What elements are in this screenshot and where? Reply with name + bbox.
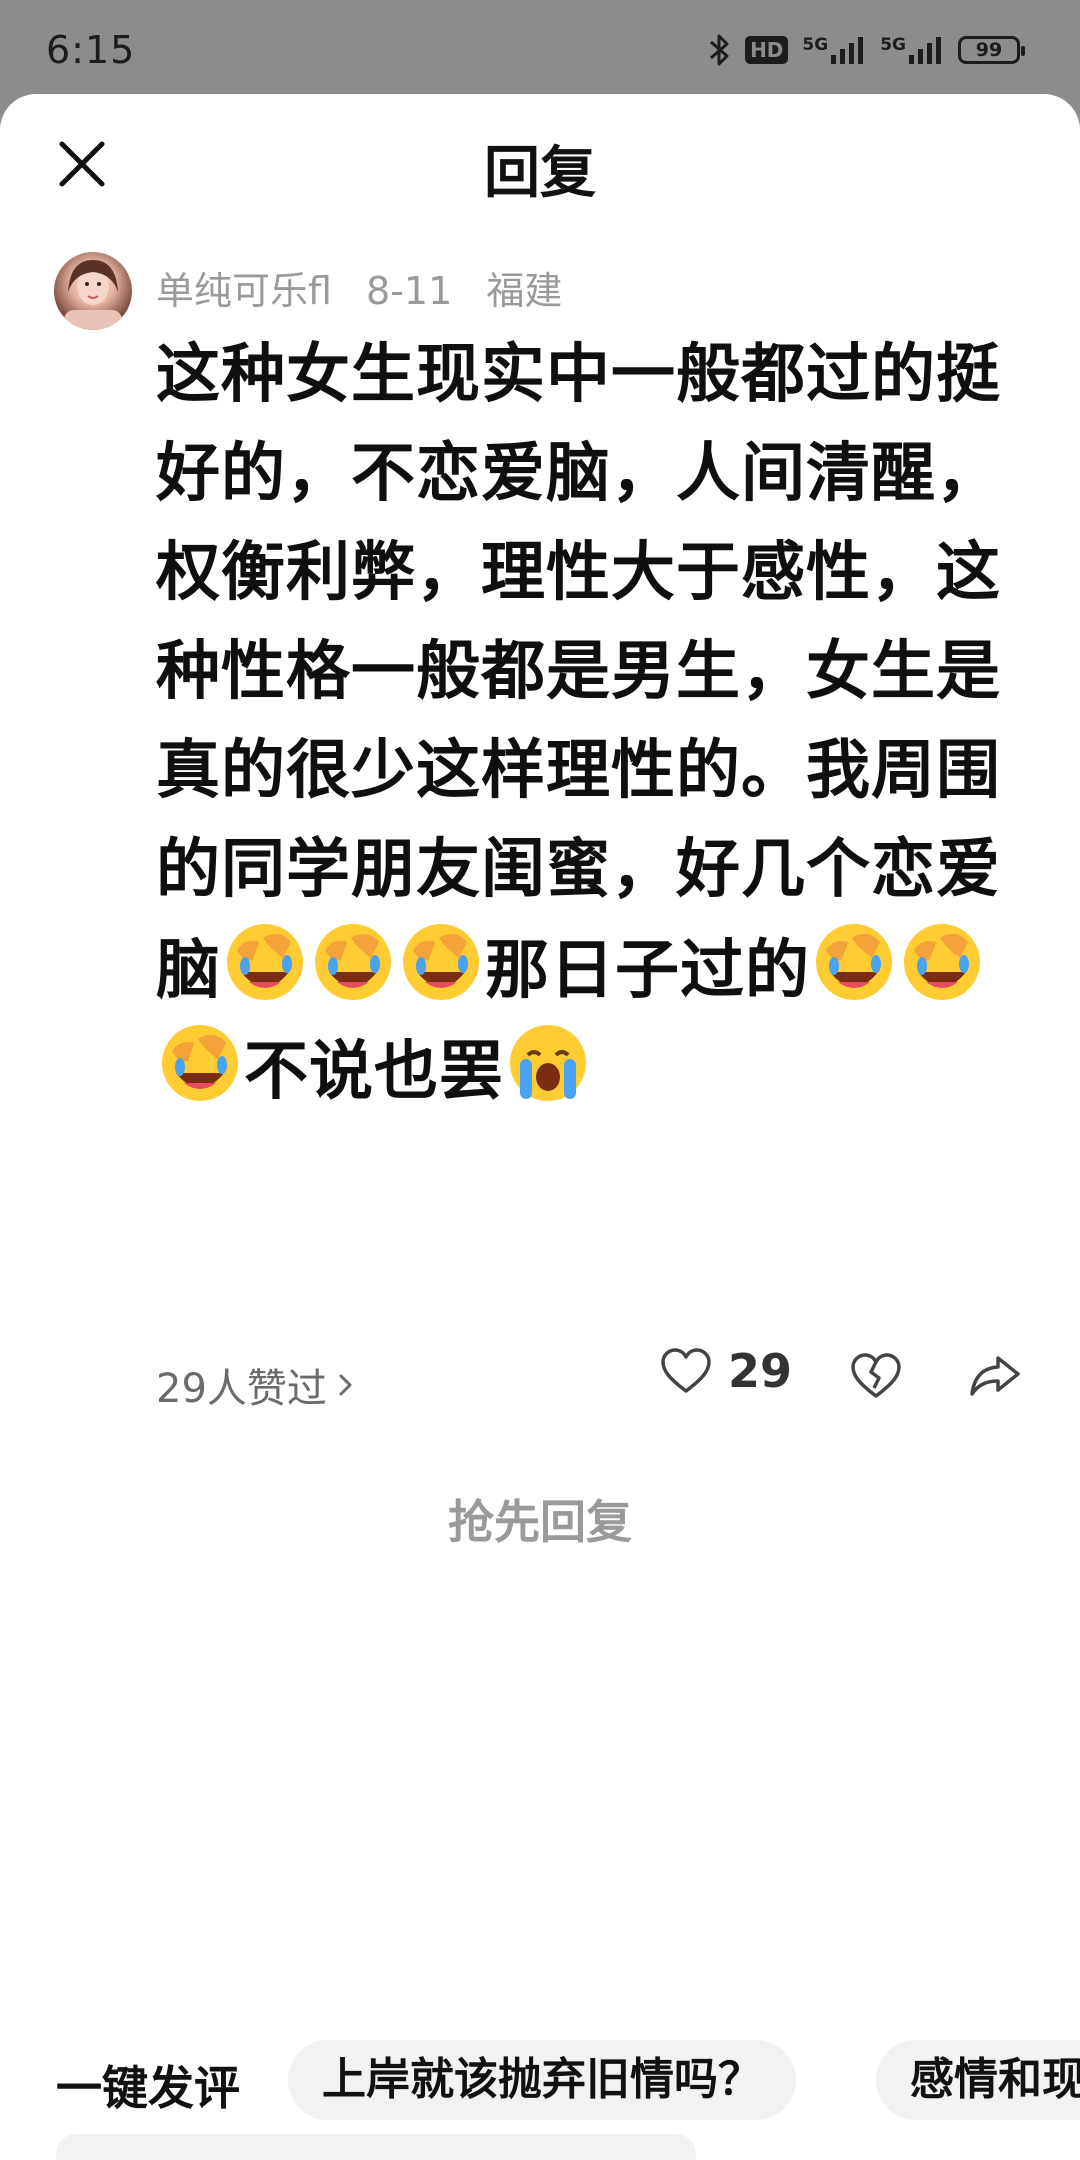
quick-comment-label: 一键发评 [56,2061,240,2115]
facepalm-laugh-emoji [403,924,479,1000]
comment-text-segment: 不说也罢 [244,1035,504,1109]
like-count: 29 [728,1344,793,1398]
comment-text-segment: 这种女生现实中一般都过的挺好的，不恋爱脑，人间清醒，权衡利弊，理性大于感性，这种… [156,338,1001,1008]
quick-comment-chip[interactable]: 上岸就该抛弃旧情吗？ [288,2040,796,2120]
status-bar: 6:15 HD 5G 5G 99 [0,0,1080,92]
likers-link[interactable]: 29人赞过 [156,1356,355,1414]
signal-icon: 5G [802,35,866,65]
network-type-label: 5G [880,35,906,55]
broken-heart-icon [851,1353,901,1398]
close-button[interactable] [52,134,112,194]
quick-comment-bar: 一键发评 上岸就该抛弃旧情吗？ 感情和现 [0,2040,1080,2124]
reply-sheet: 回复 单纯可乐fl 8-11 福建 这种女生现实中一般都过的挺好的，不恋爱脑，人… [0,94,1080,2160]
avatar[interactable] [54,252,132,330]
comment-input[interactable] [56,2134,696,2160]
comment-meta: 单纯可乐fl 8-11 福建 [156,260,584,315]
quick-comment-chip[interactable]: 感情和现 [876,2040,1080,2120]
like-button[interactable]: 29 [660,1344,792,1398]
battery-icon: 99 [958,36,1025,64]
facepalm-laugh-emoji [904,924,980,1000]
comment-location: 福建 [486,269,563,313]
network-type-label: 5G [802,35,829,55]
status-icons: HD 5G 5G 99 [709,30,1025,70]
comment-text-segment: 那日子过的 [485,934,810,1008]
chevron-right-icon [339,1374,352,1396]
close-icon [59,141,105,187]
first-reply-prompt[interactable]: 抢先回复 [0,1486,1080,1552]
heart-icon [661,1348,711,1393]
facepalm-laugh-emoji [227,924,303,1000]
dislike-button[interactable] [850,1352,902,1404]
facepalm-laugh-emoji [162,1025,238,1101]
share-icon [970,1356,1020,1396]
facepalm-laugh-emoji [315,924,391,1000]
avatar-image [64,260,122,330]
share-button[interactable] [968,1352,1022,1404]
comment-text: 这种女生现实中一般都过的挺好的，不恋爱脑，人间清醒，权衡利弊，理性大于感性，这种… [156,326,1016,1122]
bluetooth-icon [709,32,731,68]
loudly-crying-emoji [510,1025,586,1101]
page-title: 回复 [484,141,596,206]
battery-level: 99 [975,39,1003,61]
status-time: 6:15 [46,28,136,72]
hd-icon: HD [745,36,789,64]
author-name[interactable]: 单纯可乐fl [156,269,332,313]
signal-icon: 5G [880,35,944,65]
facepalm-laugh-emoji [816,924,892,1000]
comment-date: 8-11 [366,269,453,313]
likers-count-text: 29人赞过 [156,1366,327,1412]
